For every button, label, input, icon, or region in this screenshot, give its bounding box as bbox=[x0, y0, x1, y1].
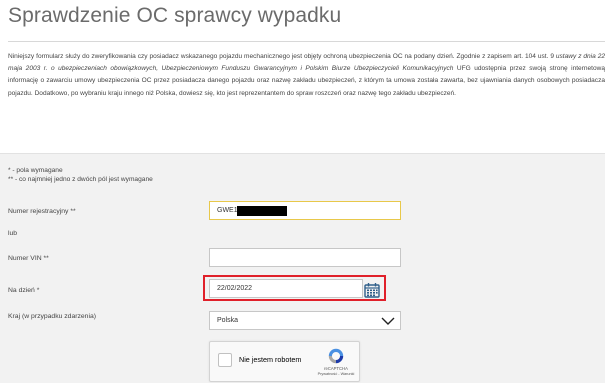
redaction-bar bbox=[237, 206, 287, 216]
required-note: * - pola wymagane bbox=[8, 167, 63, 174]
date-input[interactable] bbox=[209, 279, 363, 298]
recaptcha-links[interactable]: Prywatność - Warunki bbox=[314, 372, 358, 376]
registration-label: Numer rejestracyjny ** bbox=[8, 208, 76, 215]
recaptcha-brand: reCAPTCHA bbox=[324, 366, 348, 371]
either-required-note: ** - co najmniej jedno z dwóch pól jest … bbox=[8, 176, 153, 183]
calendar-icon[interactable] bbox=[364, 282, 380, 298]
or-label: lub bbox=[8, 230, 18, 237]
country-label: Kraj (w przypadku zdarzenia) bbox=[8, 313, 97, 320]
country-select[interactable]: Polska bbox=[209, 311, 401, 330]
title-divider bbox=[8, 41, 605, 42]
vin-label: Numer VIN ** bbox=[8, 255, 49, 262]
recaptcha-logo-icon bbox=[328, 348, 344, 364]
chevron-down-icon[interactable] bbox=[381, 316, 395, 326]
recaptcha-checkbox[interactable] bbox=[218, 353, 232, 367]
page-title: Sprawdzenie OC sprawcy wypadku bbox=[8, 4, 342, 27]
recaptcha-widget: Nie jestem robotem reCAPTCHA Prywatność … bbox=[209, 341, 360, 382]
recaptcha-label: Nie jestem robotem bbox=[239, 355, 302, 364]
vin-input[interactable] bbox=[209, 248, 401, 267]
date-label: Na dzień * bbox=[8, 287, 40, 294]
intro-text: Niniejszy formularz służy do zweryfikowa… bbox=[8, 53, 605, 97]
country-select-value: Polska bbox=[217, 317, 239, 324]
